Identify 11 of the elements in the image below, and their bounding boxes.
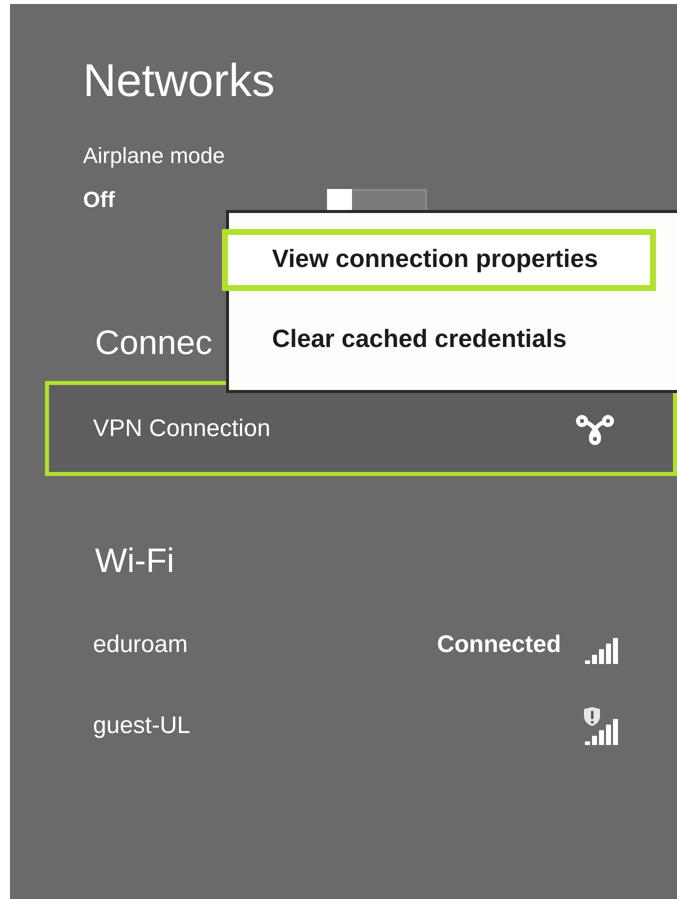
network-item[interactable]: guest-UL (83, 706, 623, 746)
setting-value: Off (83, 186, 116, 214)
network-item[interactable]: eduroam Connected (83, 625, 623, 665)
panel-title: Networks (83, 53, 275, 108)
section-heading: Connec (95, 323, 212, 364)
menu-item[interactable]: Clear cached credentials (222, 309, 656, 371)
status-label: Connected (436, 630, 561, 660)
section-heading: Wi-Fi (95, 541, 174, 582)
menu-item[interactable]: View connection properties (222, 229, 656, 291)
vpn-connection-row[interactable]: VPN Connection (45, 381, 677, 476)
setting-label: Airplane mode (83, 142, 225, 170)
